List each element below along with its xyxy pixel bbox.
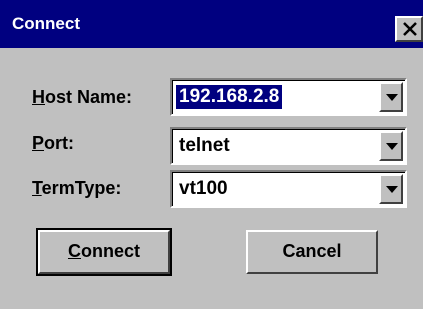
host-name-label: Host Name: bbox=[32, 87, 133, 107]
port-dropdown-button[interactable] bbox=[379, 131, 403, 161]
host-name-value[interactable]: 192.168.2.8 bbox=[176, 85, 283, 109]
cancel-button[interactable]: Cancel bbox=[246, 230, 378, 274]
dialog-title: Connect bbox=[12, 14, 80, 33]
port-value[interactable]: telnet bbox=[176, 134, 233, 158]
port-combobox[interactable]: telnet bbox=[170, 127, 407, 165]
connect-dialog: Connect Host Name: 192.168.2.8 Port: tel… bbox=[0, 0, 423, 309]
close-button[interactable] bbox=[395, 16, 423, 42]
host-name-combobox[interactable]: 192.168.2.8 bbox=[170, 78, 407, 116]
port-label: Port: bbox=[32, 133, 75, 153]
chevron-down-icon bbox=[386, 143, 398, 150]
connect-button[interactable]: Connect bbox=[36, 228, 172, 276]
host-name-dropdown-button[interactable] bbox=[379, 82, 403, 112]
title-bar[interactable]: Connect bbox=[0, 0, 423, 48]
termtype-label: TermType: bbox=[32, 178, 122, 198]
chevron-down-icon bbox=[386, 94, 398, 101]
termtype-value[interactable]: vt100 bbox=[176, 177, 231, 201]
chevron-down-icon bbox=[386, 186, 398, 193]
termtype-combobox[interactable]: vt100 bbox=[170, 170, 407, 208]
termtype-dropdown-button[interactable] bbox=[379, 174, 403, 204]
close-icon bbox=[403, 22, 417, 36]
